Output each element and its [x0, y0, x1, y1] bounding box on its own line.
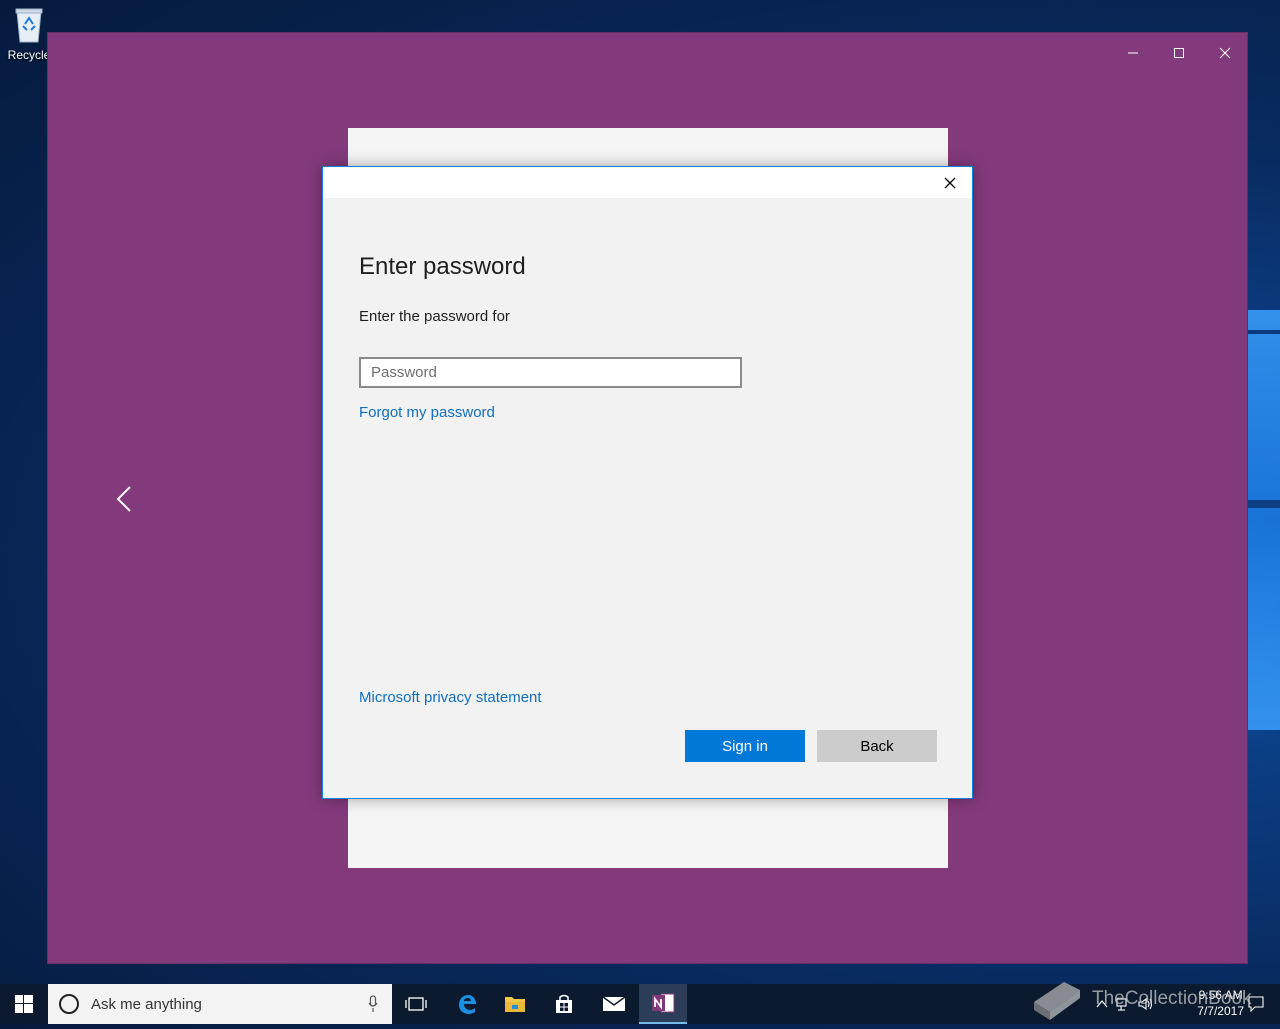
dialog-close-button[interactable]	[936, 169, 964, 197]
search-placeholder: Ask me anything	[91, 995, 202, 1013]
maximize-button[interactable]	[1156, 39, 1202, 67]
folder-icon	[505, 997, 525, 1012]
enter-password-dialog: Enter password Enter the password for Fo…	[322, 166, 973, 799]
watermark-text: TheCollectionBook	[1092, 988, 1252, 1009]
close-icon	[1219, 47, 1231, 59]
task-view-icon	[405, 997, 427, 1011]
watermark: TheCollectionBook	[1030, 976, 1280, 1024]
book-icon	[1034, 982, 1080, 1020]
taskbar-file-explorer-button[interactable]	[491, 984, 539, 1024]
taskbar-mail-button[interactable]	[590, 984, 638, 1024]
windows-logo-icon	[15, 995, 33, 1013]
cortana-icon	[59, 994, 79, 1014]
start-button[interactable]	[0, 984, 48, 1024]
microphone-icon[interactable]	[368, 995, 378, 1013]
task-view-button[interactable]	[392, 984, 440, 1024]
minimize-icon	[1128, 52, 1138, 54]
edge-icon	[459, 995, 476, 1014]
back-button[interactable]: Back	[817, 730, 937, 762]
recycle-bin-icon	[14, 6, 44, 44]
sign-in-button[interactable]: Sign in	[685, 730, 805, 762]
store-bag-icon	[556, 994, 572, 1013]
dialog-title: Enter password	[359, 253, 526, 280]
mail-icon	[602, 996, 626, 1011]
dialog-titlebar	[323, 167, 972, 198]
taskbar-store-button[interactable]	[540, 984, 588, 1024]
forgot-password-link[interactable]: Forgot my password	[359, 404, 495, 421]
chevron-left-icon	[116, 486, 131, 512]
taskbar-edge-button[interactable]	[443, 984, 491, 1024]
close-icon	[944, 177, 956, 189]
onenote-icon	[652, 993, 675, 1013]
maximize-icon	[1174, 48, 1184, 58]
previous-page-button[interactable]	[112, 483, 136, 515]
minimize-button[interactable]	[1110, 39, 1156, 67]
password-input[interactable]	[359, 357, 742, 388]
privacy-statement-link[interactable]: Microsoft privacy statement	[359, 689, 542, 706]
window-close-button[interactable]	[1202, 39, 1248, 67]
taskbar-onenote-button[interactable]	[639, 984, 687, 1024]
cortana-search-box[interactable]: Ask me anything	[48, 984, 392, 1024]
dialog-subtitle: Enter the password for	[359, 308, 510, 325]
